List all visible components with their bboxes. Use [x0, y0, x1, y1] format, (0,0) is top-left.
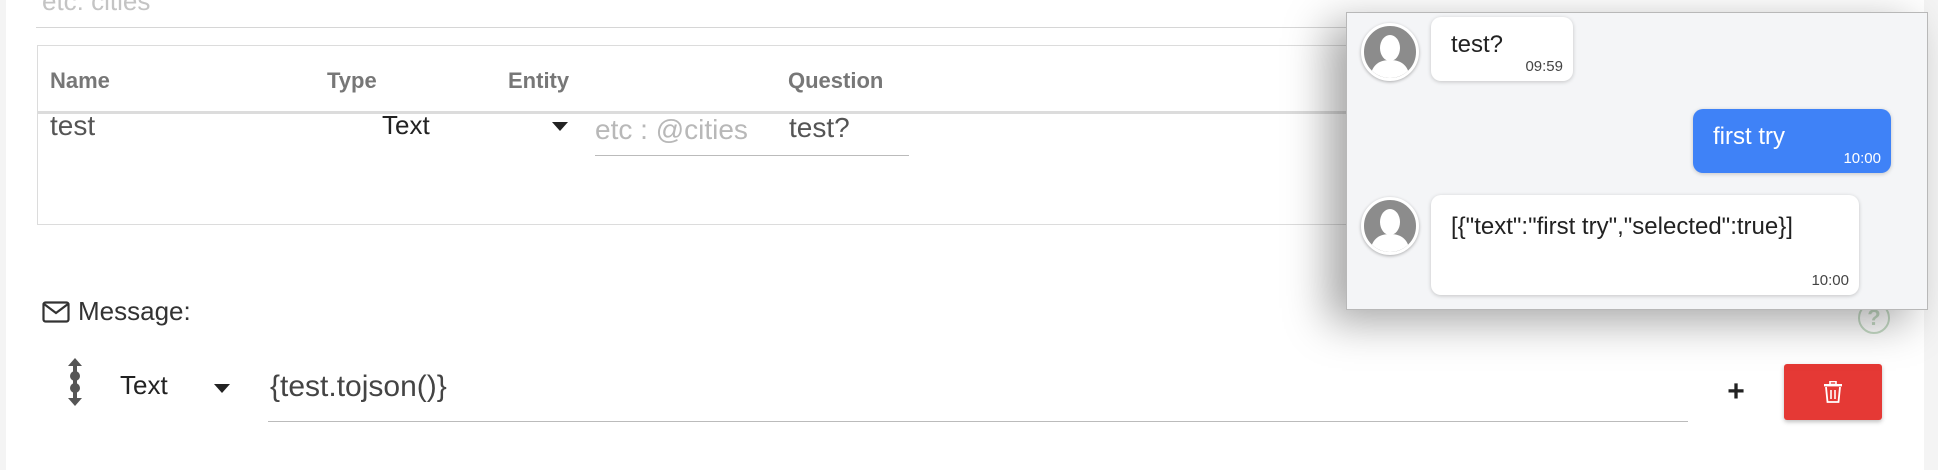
col-header-name: Name [50, 68, 110, 93]
user-silhouette-icon [1370, 209, 1410, 252]
drag-handle-icon[interactable] [64, 356, 86, 408]
chat-message-bot: [{"text":"first try","selected":true}] 1… [1431, 195, 1859, 295]
message-input-value: {test.tojson()} [270, 370, 447, 403]
chat-message-user: first try 10:00 [1693, 109, 1891, 173]
chat-message-text: test? [1451, 31, 1504, 58]
message-input[interactable]: {test.tojson()} [268, 360, 1688, 422]
col-header-type: Type [327, 68, 377, 93]
message-label: Message: [42, 296, 191, 327]
envelope-icon [42, 300, 70, 323]
chat-message-text: first try [1713, 123, 1785, 150]
trash-icon [1824, 381, 1842, 403]
col-header-entity: Entity [508, 68, 570, 93]
bot-avatar [1361, 23, 1419, 81]
entity-placeholder: etc : @cities [595, 114, 748, 145]
delete-button[interactable] [1784, 364, 1882, 420]
user-silhouette-icon [1370, 35, 1410, 78]
chevron-down-icon [552, 122, 568, 131]
chat-window: test? 09:59 first try 10:00 [{"text":"fi… [1346, 12, 1928, 310]
parameter-field-placeholder: etc: cities [42, 0, 151, 16]
message-type-value: Text [120, 370, 168, 400]
chat-message-bot: test? 09:59 [1431, 17, 1573, 81]
param-type-value: Text [382, 110, 430, 140]
chat-message-text: [{"text":"first try","selected":true}] [1451, 213, 1793, 240]
bot-avatar [1361, 197, 1419, 255]
message-label-text: Message: [78, 296, 191, 326]
message-type-select[interactable]: Text [116, 366, 246, 406]
chat-message-time: 09:59 [1525, 58, 1563, 75]
add-button[interactable]: + [1718, 374, 1754, 410]
param-name: test [50, 110, 96, 141]
col-header-question: Question [788, 68, 884, 93]
chevron-down-icon [214, 384, 230, 393]
param-question: test? [789, 112, 850, 143]
parameter-field[interactable]: etc: cities [36, 0, 1356, 28]
param-type-select[interactable]: Text [372, 98, 572, 146]
entity-input[interactable]: etc : @cities [595, 104, 909, 156]
chat-message-time: 10:00 [1811, 272, 1849, 289]
chat-message-time: 10:00 [1843, 150, 1881, 167]
